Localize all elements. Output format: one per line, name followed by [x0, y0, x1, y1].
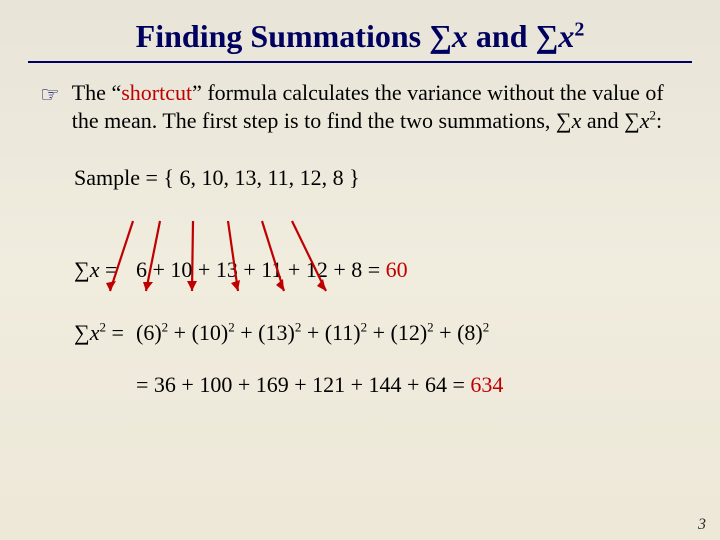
- expand-eq2: =: [447, 372, 470, 397]
- sum-x-expression: 6 + 10 + 13 + 11 + 12 + 8: [136, 257, 362, 282]
- sigma-icon: ∑: [74, 320, 90, 345]
- sigma-icon: ∑: [429, 18, 452, 54]
- slide-number: 3: [698, 516, 706, 534]
- term-6: (8): [457, 320, 483, 345]
- title-sup-2: 2: [574, 18, 584, 40]
- title-x2: x: [558, 18, 574, 54]
- term-2: (10): [192, 320, 229, 345]
- bullet-text: The “shortcut” formula calculates the va…: [72, 79, 680, 134]
- sum-x2-result: 634: [470, 372, 503, 397]
- title-x: x: [452, 18, 468, 54]
- pointing-hand-icon: ☞: [40, 81, 60, 109]
- term-6-sup: 2: [483, 320, 490, 335]
- bullet-p1: The “: [72, 80, 121, 105]
- sumx-x: x: [90, 257, 100, 282]
- term-1: (6): [136, 320, 162, 345]
- sum-x-row: ∑x = 6 + 10 + 13 + 11 + 12 + 8 = 60: [74, 256, 680, 284]
- sum-x-result: 60: [386, 257, 408, 282]
- plus-4: +: [367, 320, 390, 345]
- bullet-x1: x: [572, 108, 582, 133]
- slide-title: Finding Summations ∑x and ∑x2: [0, 0, 720, 61]
- shortcut-word: shortcut: [121, 80, 192, 105]
- sigma-icon: ∑: [74, 257, 90, 282]
- bullet-x2: x: [640, 108, 650, 133]
- sample-values: 6, 10, 13, 11, 12, 8: [179, 165, 343, 190]
- plus-1: +: [168, 320, 191, 345]
- bullet-paragraph: ☞ The “shortcut” formula calculates the …: [40, 79, 680, 134]
- sumx2-eq: =: [106, 320, 124, 345]
- plus-2: +: [235, 320, 258, 345]
- expand-row: = 36 + 100 + 169 + 121 + 144 + 64 = 634: [74, 371, 680, 399]
- term-5: (12): [391, 320, 428, 345]
- sumx2-x: x: [90, 320, 100, 345]
- expand-rhs: = 36 + 100 + 169 + 121 + 144 + 64 = 634: [136, 371, 680, 399]
- bullet-mid: and: [581, 108, 624, 133]
- sum-x2-rhs: (6)2 + (10)2 + (13)2 + (11)2 + (12)2 + (…: [136, 319, 680, 347]
- sigma-icon: ∑: [556, 108, 572, 133]
- term-4: (11): [325, 320, 361, 345]
- plus-3: +: [301, 320, 324, 345]
- bullet-colon: :: [656, 108, 662, 133]
- sigma-icon: ∑: [624, 108, 640, 133]
- title-prefix: Finding Summations: [136, 18, 429, 54]
- plus-5: +: [434, 320, 457, 345]
- sum-x-lhs: ∑x =: [74, 256, 136, 284]
- sample-close: }: [344, 165, 360, 190]
- sigma-icon: ∑: [536, 18, 559, 54]
- sum-x-rhs: 6 + 10 + 13 + 11 + 12 + 8 = 60: [136, 256, 680, 284]
- expand-terms: 36 + 100 + 169 + 121 + 144 + 64: [154, 372, 447, 397]
- term-3: (13): [258, 320, 295, 345]
- sample-label: Sample = {: [74, 165, 179, 190]
- sum-x2-lhs: ∑x2 =: [74, 319, 136, 347]
- title-divider: [28, 61, 692, 63]
- sample-line: Sample = { 6, 10, 13, 11, 12, 8 }: [74, 164, 680, 192]
- sum-x2-row: ∑x2 = (6)2 + (10)2 + (13)2 + (11)2 + (12…: [74, 319, 680, 347]
- sumx-eq: =: [99, 257, 117, 282]
- sumx-eq2: =: [362, 257, 385, 282]
- slide-content: ☞ The “shortcut” formula calculates the …: [0, 71, 720, 398]
- expand-eq: =: [136, 372, 154, 397]
- title-and: and: [468, 18, 536, 54]
